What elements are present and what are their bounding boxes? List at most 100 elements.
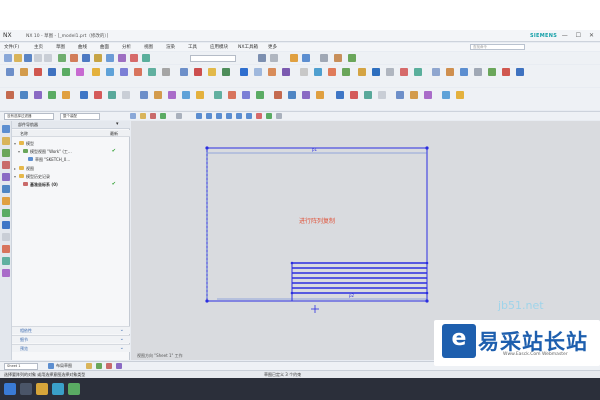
corner-point[interactable] [205,299,209,303]
derived-lines-icon[interactable] [92,68,100,76]
layer-icon[interactable] [348,54,356,62]
pattern-lines[interactable] [291,262,427,301]
hd3d-tools-tab-icon[interactable] [2,245,10,253]
snap-point-icon[interactable] [196,113,202,119]
visualization-tab-icon[interactable] [2,269,10,277]
dimension-label-top[interactable]: p1 [312,147,318,152]
analysis-icon[interactable] [446,68,454,76]
menu-item-view[interactable]: 视图 [144,44,153,50]
make-corner-icon[interactable] [208,68,216,76]
project-curve-icon[interactable] [106,68,114,76]
text-icon[interactable] [364,91,372,99]
note-icon[interactable] [378,91,386,99]
taskbar-app-icon[interactable] [52,383,64,395]
point-on-curve-icon[interactable] [288,91,296,99]
tool-icon[interactable] [106,363,112,369]
snap-center-icon[interactable] [150,113,156,119]
snap-quadrant-icon[interactable] [160,113,166,119]
tree-item-datum-csys[interactable]: 基准坐标系 (0) ✔ [14,181,128,188]
palette-tab-icon[interactable] [2,197,10,205]
tree-item-views[interactable]: ▸ 视图 [14,165,128,172]
column-latest[interactable]: 最新 [110,131,118,137]
dimension-label-bottom[interactable]: p2 [349,293,355,298]
tree-item-model-view[interactable]: ▾ 模型视图 "Work" (工... ✔ [14,148,128,155]
snap-control-icon[interactable] [236,113,242,119]
tree-item-sketch[interactable]: 草图 "SKETCH_0... [14,156,128,163]
equal-length-icon[interactable] [214,91,222,99]
point-icon[interactable] [302,54,310,62]
associativity-icon[interactable] [414,68,422,76]
resize-curve-icon[interactable] [268,68,276,76]
coincident-icon[interactable] [196,91,204,99]
render-icon[interactable] [334,54,342,62]
expand-icon[interactable]: ▸ [14,166,16,171]
section-dependencies[interactable]: 相依性 ⌄ [12,326,130,334]
collinear-icon[interactable] [302,91,310,99]
collapse-icon[interactable]: ▾ [14,174,16,179]
show-icon[interactable] [62,91,70,99]
section-details[interactable]: 细节 ⌄ [12,335,130,343]
hide-icon[interactable] [48,91,56,99]
auto-constrain-icon[interactable] [358,68,366,76]
geometric-constraints-icon[interactable] [300,68,308,76]
vertical-icon[interactable] [154,91,162,99]
measure-icon[interactable] [432,68,440,76]
pattern-point[interactable] [425,261,429,265]
ellipse-icon[interactable] [148,68,156,76]
menu-item-analysis[interactable]: 分析 [122,44,131,50]
system-materials-tab-icon[interactable] [2,233,10,241]
constraint-navigator-tab-icon[interactable] [2,149,10,157]
dimension-icon[interactable] [80,91,88,99]
roles-tab-icon[interactable] [2,209,10,217]
alternate-solution-icon[interactable] [342,68,350,76]
perimeter-dimension-icon[interactable] [122,91,130,99]
paste-icon[interactable] [20,91,28,99]
orient-view-icon[interactable] [488,68,496,76]
delete-icon[interactable] [34,91,42,99]
rectangle-icon[interactable] [120,68,128,76]
collapse-icon[interactable]: ▾ [14,141,16,146]
update-icon[interactable] [442,91,450,99]
radial-dimension-icon[interactable] [94,91,102,99]
triangle-icon[interactable] [336,91,344,99]
start-icon[interactable] [4,383,16,395]
quick-trim-icon[interactable] [180,68,188,76]
concentric-icon[interactable] [242,91,250,99]
menu-item-sketch[interactable]: 草图 [56,44,65,50]
tool-icon[interactable] [96,363,102,369]
fillet-icon[interactable] [118,54,126,62]
snap-icon[interactable] [290,54,298,62]
auto-dimension-icon[interactable] [372,68,380,76]
menu-item-applications[interactable]: 应用模块 [210,44,228,50]
expression-icon[interactable] [424,91,432,99]
parallel-icon[interactable] [168,91,176,99]
snap-face-icon[interactable] [266,113,272,119]
menu-item-curve[interactable]: 曲线 [78,44,87,50]
quick-extend-icon[interactable] [194,68,202,76]
perpendicular-icon[interactable] [182,91,190,99]
offset-curve-icon[interactable] [34,68,42,76]
pattern-point[interactable] [290,261,294,265]
taskbar-app-icon[interactable] [20,383,32,395]
menu-item-home[interactable]: 主页 [34,44,43,50]
new-icon[interactable] [4,54,12,62]
reuse-library-tab-icon[interactable] [2,161,10,169]
manufacturing-tab-icon[interactable] [2,257,10,265]
snap-existing-icon[interactable] [216,113,222,119]
angular-dimension-icon[interactable] [108,91,116,99]
type-filter-select[interactable]: 没有选择过滤器 [4,113,54,120]
collapse-icon[interactable]: ▾ [18,149,20,154]
trim-icon[interactable] [130,54,138,62]
command-search-input[interactable]: 查找命令 [470,44,525,50]
snap-tangent-icon[interactable] [206,113,212,119]
sketch-plane-icon[interactable] [6,68,14,76]
polygon-icon[interactable] [134,68,142,76]
move-curve-icon[interactable] [240,68,248,76]
delete-curve-icon[interactable] [282,68,290,76]
horizontal-icon[interactable] [140,91,148,99]
taskbar-app-icon[interactable] [36,383,48,395]
tree-item-model-history[interactable]: ▾ 模型历史记录 [14,173,128,180]
view-icon[interactable] [320,54,328,62]
selection-scope-select[interactable]: 整个装配 [60,113,100,120]
arc-icon[interactable] [94,54,102,62]
